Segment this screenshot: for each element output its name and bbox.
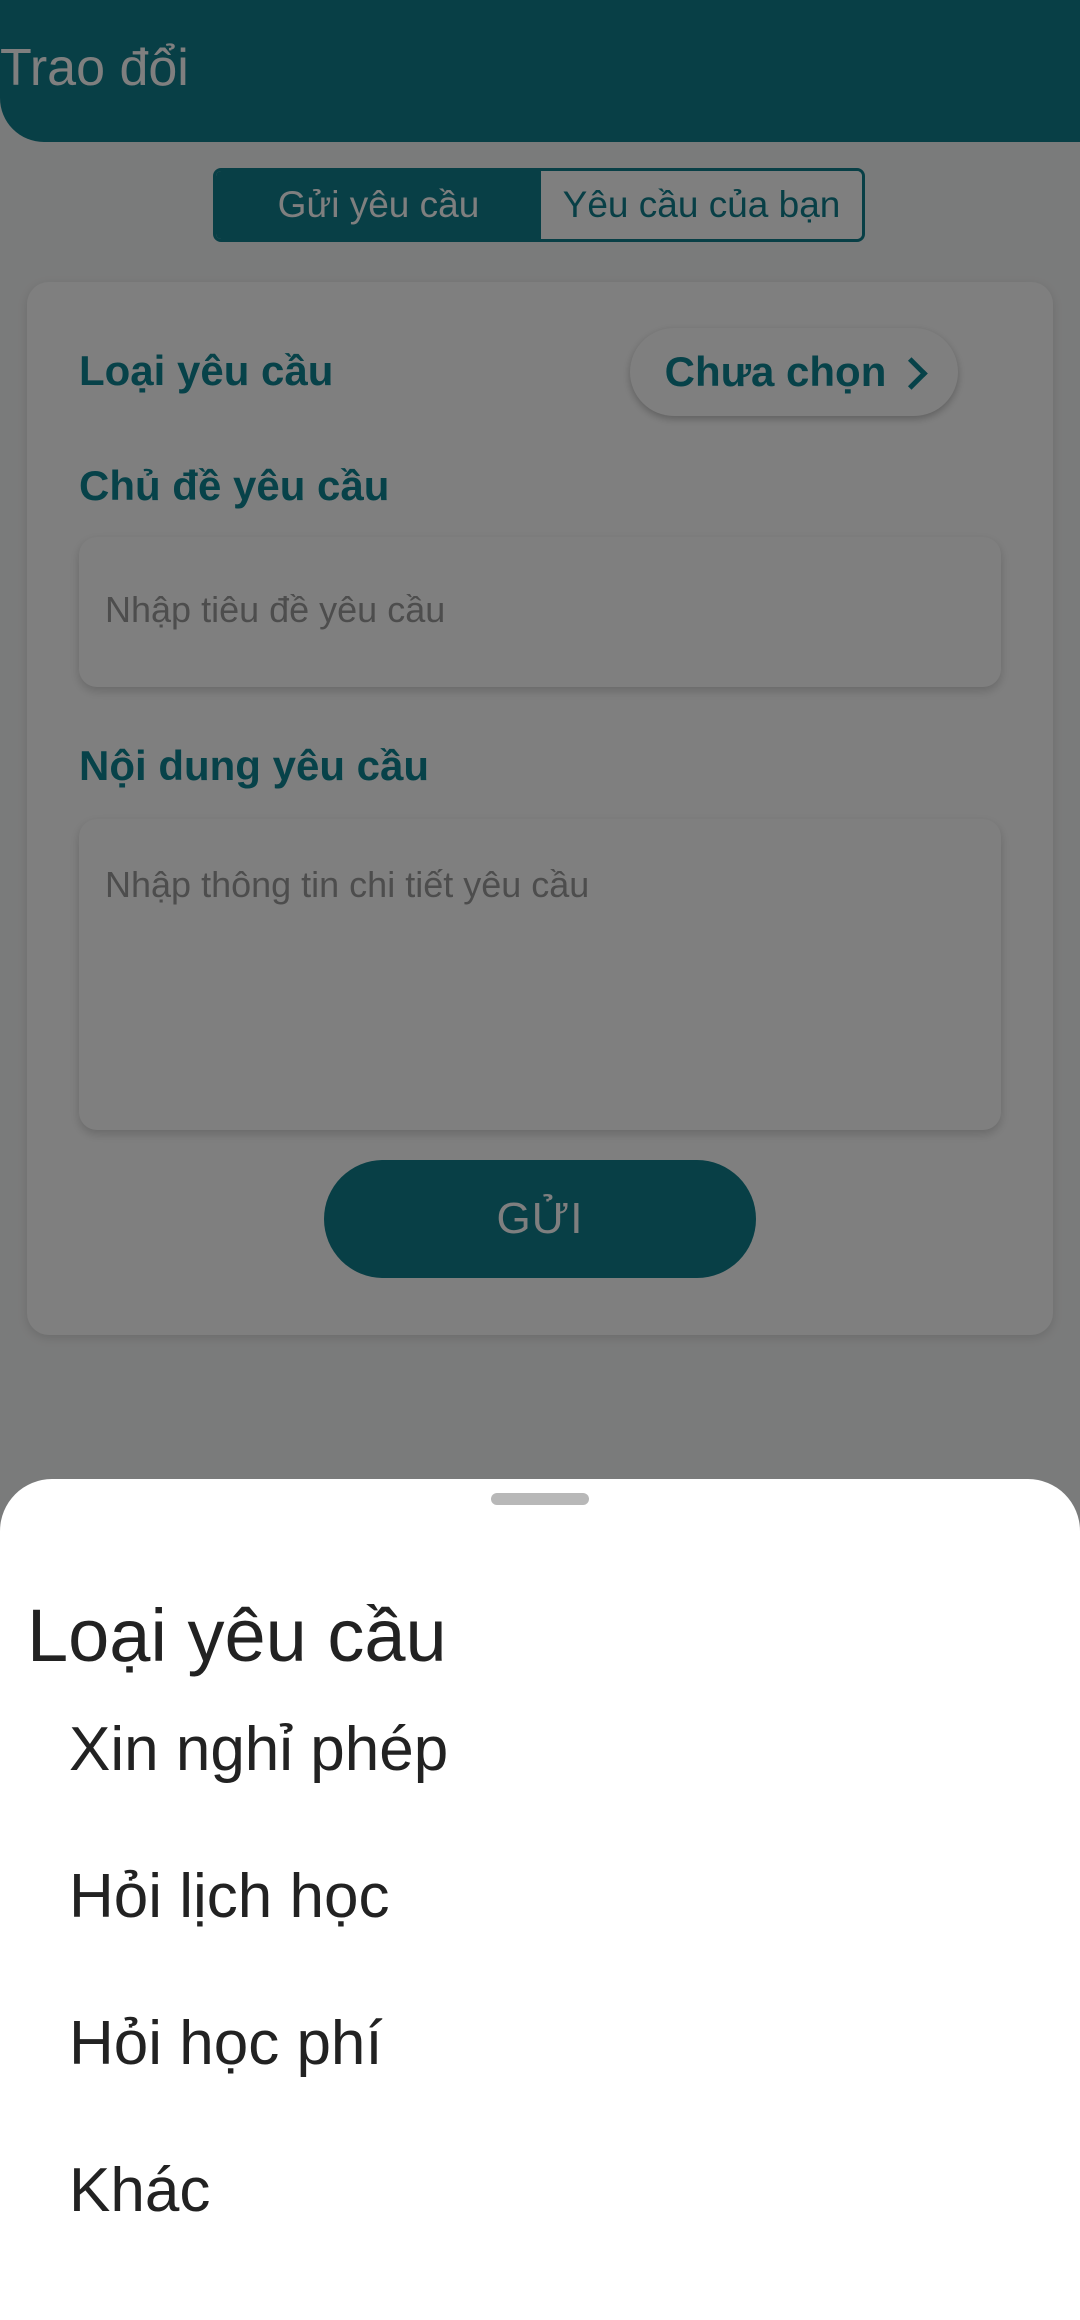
option-other[interactable]: Khác xyxy=(69,2151,210,2231)
request-type-sheet: Loại yêu cầu Xin nghỉ phép Hỏi lịch học … xyxy=(0,1479,1080,2320)
option-tuition-inquiry[interactable]: Hỏi học phí xyxy=(69,2004,383,2084)
option-schedule-inquiry[interactable]: Hỏi lịch học xyxy=(69,1857,389,1937)
sheet-title: Loại yêu cầu xyxy=(27,1594,447,1677)
drag-handle[interactable] xyxy=(491,1493,589,1505)
option-leave-request[interactable]: Xin nghỉ phép xyxy=(69,1710,448,1790)
